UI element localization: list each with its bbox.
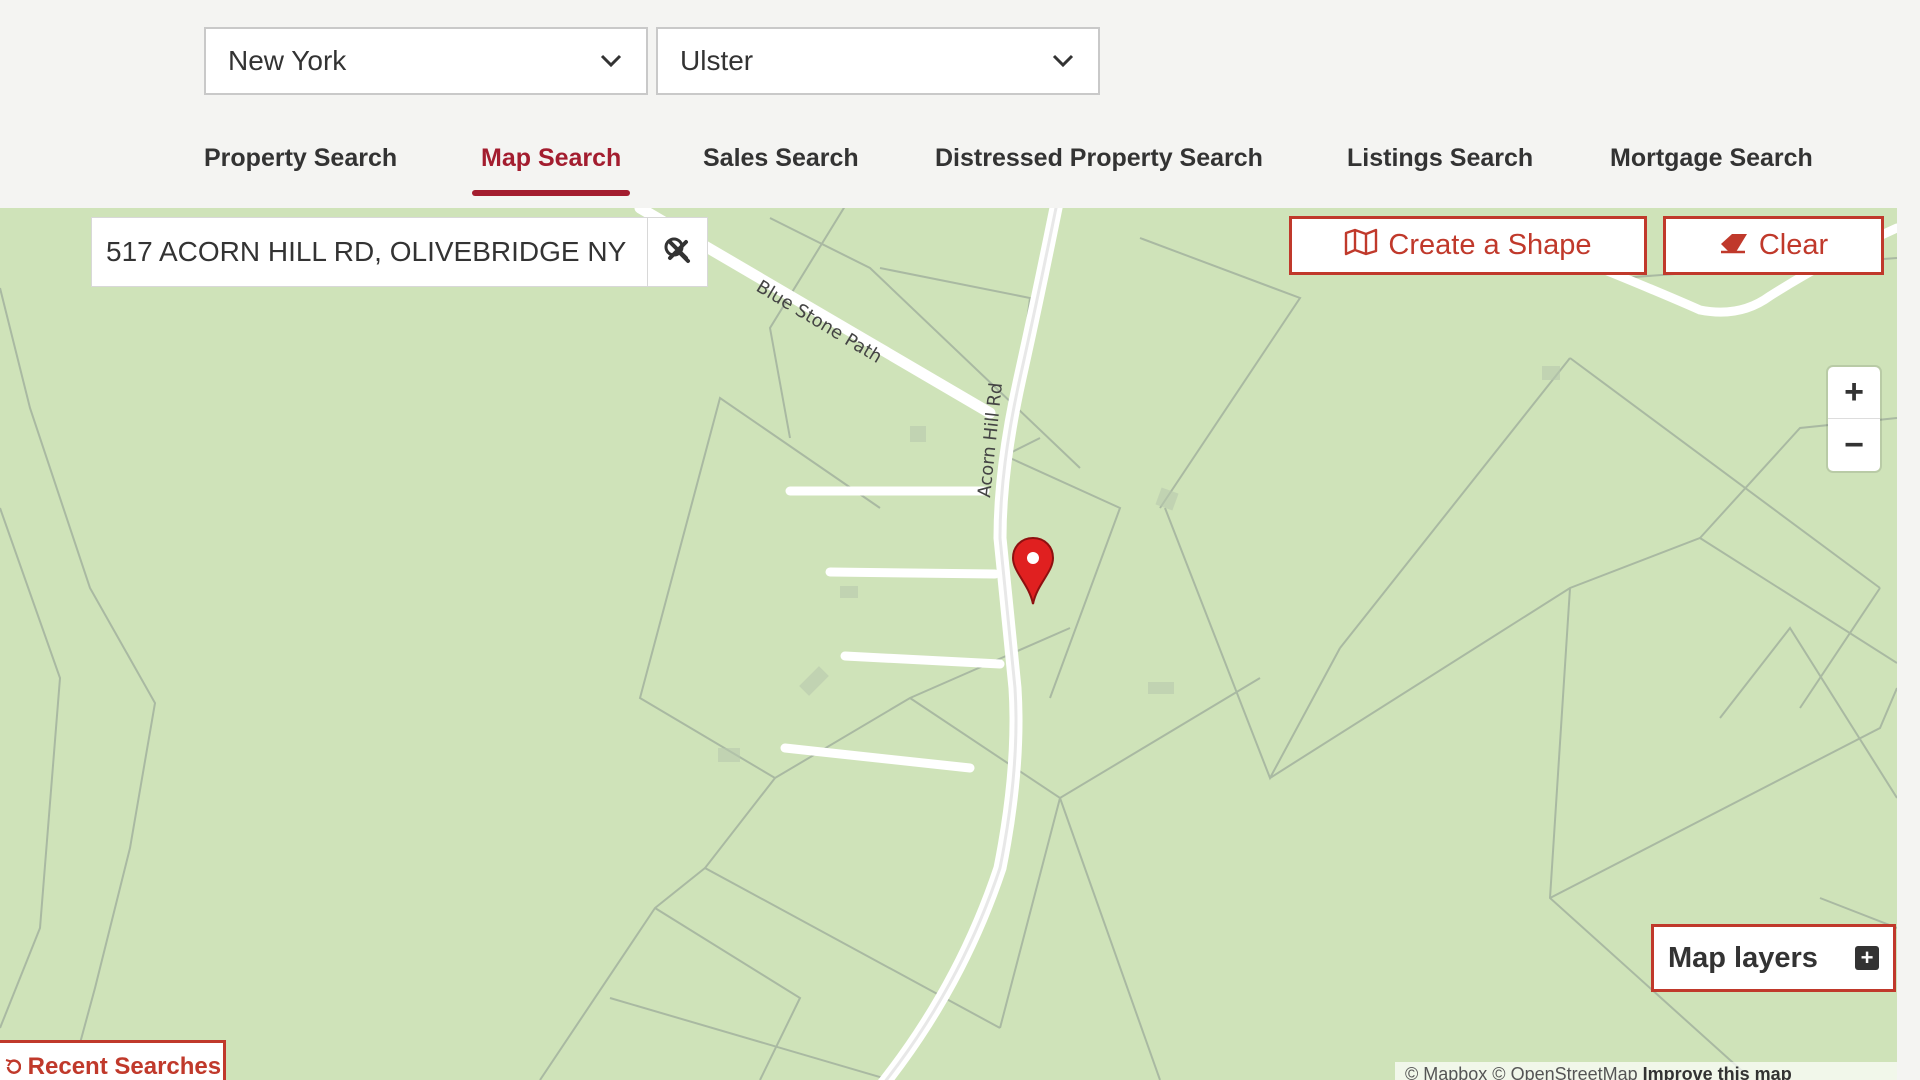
plus-square-icon: +	[1855, 946, 1879, 970]
tab-listings-search[interactable]: Listings Search	[1347, 138, 1533, 196]
tab-distressed-property-search[interactable]: Distressed Property Search	[935, 138, 1263, 196]
map-layers-button[interactable]: Map layers +	[1651, 924, 1896, 992]
tab-mortgage-search[interactable]: Mortgage Search	[1610, 138, 1813, 196]
map-icon	[1344, 228, 1378, 264]
zoom-control: + −	[1828, 367, 1880, 471]
clear-button[interactable]: Clear	[1663, 216, 1884, 275]
clear-search-button[interactable]	[647, 218, 707, 286]
clear-label: Clear	[1758, 229, 1829, 261]
zoom-in-button[interactable]: +	[1828, 367, 1880, 419]
address-search-input[interactable]	[92, 218, 648, 286]
county-select[interactable]: Ulster	[656, 27, 1100, 95]
map-pin-icon[interactable]	[1011, 536, 1055, 606]
history-icon	[5, 1053, 28, 1080]
close-icon	[667, 235, 689, 269]
tab-sales-search[interactable]: Sales Search	[703, 138, 859, 196]
zoom-out-button[interactable]: −	[1828, 419, 1880, 471]
recent-searches-label: Recent Searches	[27, 1053, 222, 1080]
map-base-layer	[0, 208, 1897, 1080]
create-shape-label: Create a Shape	[1388, 229, 1592, 261]
chevron-down-icon	[1050, 48, 1076, 74]
tab-property-search[interactable]: Property Search	[204, 138, 397, 196]
recent-searches-button[interactable]: Recent Searches	[0, 1040, 226, 1080]
state-select-value: New York	[228, 45, 347, 76]
state-select[interactable]: New York	[204, 27, 648, 95]
chevron-down-icon	[598, 48, 624, 74]
tab-map-search[interactable]: Map Search	[471, 138, 631, 196]
address-search	[91, 217, 708, 287]
map-layers-label: Map layers	[1668, 941, 1818, 974]
improve-map-link[interactable]: Improve this map	[1643, 1064, 1792, 1080]
eraser-icon	[1719, 229, 1749, 262]
attribution-text: © Mapbox © OpenStreetMap	[1405, 1064, 1638, 1080]
county-select-value: Ulster	[680, 45, 754, 76]
map-attribution: © Mapbox © OpenStreetMap Improve this ma…	[1395, 1062, 1897, 1080]
map-canvas[interactable]: Blue Stone Path Acorn Hill Rd Create a S…	[0, 208, 1897, 1080]
top-bar: New York Ulster Property Search Map Sear…	[0, 0, 1920, 208]
create-shape-button[interactable]: Create a Shape	[1289, 216, 1647, 275]
